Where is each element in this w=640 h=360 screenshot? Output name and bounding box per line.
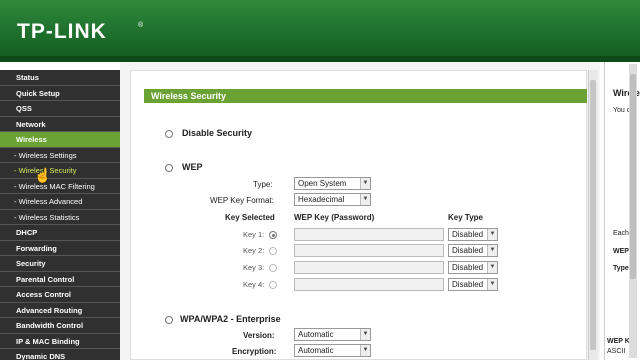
key-2-type-select[interactable]: Disabled ▼ (448, 244, 498, 257)
sidebar-item-wireless-mac-filtering[interactable]: - Wireless MAC Filtering (0, 179, 120, 194)
wpa-enterprise-label: WPA/WPA2 - Enterprise (180, 314, 281, 324)
sidebar-item-network[interactable]: Network (0, 117, 120, 132)
key-3-type-value: Disabled (452, 263, 484, 272)
key-3-label: Key 3: (243, 263, 265, 272)
key-4-type-select[interactable]: Disabled ▼ (448, 278, 498, 291)
wep-key-format-value: Hexadecimal (298, 195, 345, 204)
key-selected-header: Key Selected (225, 213, 275, 222)
key-4-label: Key 4: (243, 280, 265, 289)
disable-security-radio[interactable] (165, 130, 173, 138)
help-text-6: ASCII (607, 348, 626, 355)
chevron-down-icon: ▼ (487, 279, 497, 290)
wep-type-value: Open System (298, 179, 347, 188)
wpa-version-value: Automatic (298, 330, 334, 339)
key-2-type-value: Disabled (452, 246, 484, 255)
chevron-down-icon: ▼ (360, 345, 370, 356)
chevron-down-icon: ▼ (360, 329, 370, 340)
sidebar-item-dhcp[interactable]: DHCP (0, 225, 120, 241)
sidebar-item-status[interactable]: Status (0, 70, 120, 86)
key-1-type-value: Disabled (452, 230, 484, 239)
key-2-radio[interactable] (269, 247, 277, 255)
sidebar-item-wireless-statistics[interactable]: - Wireless Statistics (0, 210, 120, 225)
sidebar-menu: Status Quick Setup QSS Network Wireless … (0, 70, 120, 360)
wpa-encryption-select[interactable]: Automatic ▼ (294, 344, 371, 357)
chevron-down-icon: ▼ (487, 262, 497, 273)
sidebar-item-wireless-advanced[interactable]: - Wireless Advanced (0, 194, 120, 210)
sidebar-item-wireless-settings[interactable]: - Wireless Settings (0, 148, 120, 163)
key-1-type-select[interactable]: Disabled ▼ (448, 228, 498, 241)
key-4-type-value: Disabled (452, 280, 484, 289)
key-4-input[interactable] (294, 278, 444, 291)
header-bar: TP-LINK ® (0, 0, 640, 62)
sidebar-item-wireless-security[interactable]: - Wireless Security (0, 163, 120, 179)
key-type-header: Key Type (448, 213, 483, 222)
key-1-input[interactable] (294, 228, 444, 241)
key-1-radio[interactable] (269, 231, 277, 239)
registered-mark: ® (138, 22, 144, 29)
key-4-radio[interactable] (269, 281, 277, 289)
chevron-down-icon: ▼ (360, 194, 370, 205)
page-title: Wireless Security (144, 89, 587, 103)
sidebar-item-quick-setup[interactable]: Quick Setup (0, 86, 120, 101)
wpa-version-select[interactable]: Automatic ▼ (294, 328, 371, 341)
wep-key-format-select[interactable]: Hexadecimal ▼ (294, 193, 371, 206)
help-scroll-thumb[interactable] (630, 74, 636, 279)
help-text-5: WEP K (607, 338, 630, 345)
sidebar-item-bandwidth-control[interactable]: Bandwidth Control (0, 318, 120, 334)
wpa-version-label: Version: (243, 331, 275, 340)
key-3-input[interactable] (294, 261, 444, 274)
chevron-down-icon: ▼ (487, 229, 497, 240)
wep-type-label: Type: (253, 180, 273, 189)
wep-key-header: WEP Key (Password) (294, 213, 375, 222)
key-3-radio[interactable] (269, 264, 277, 272)
chevron-down-icon: ▼ (487, 245, 497, 256)
help-text-3: WEP (613, 248, 629, 255)
wpa-encryption-value: Automatic (298, 346, 334, 355)
wep-key-format-label: WEP Key Format: (210, 196, 274, 205)
sidebar-item-dynamic-dns[interactable]: Dynamic DNS (0, 349, 120, 360)
sidebar-item-forwarding[interactable]: Forwarding (0, 241, 120, 256)
sidebar-item-ip-mac-binding[interactable]: IP & MAC Binding (0, 334, 120, 349)
mouse-pointer-icon: ☝ (34, 167, 52, 183)
wep-radio[interactable] (165, 164, 173, 172)
sidebar-item-security[interactable]: Security (0, 256, 120, 272)
wpa-enterprise-radio[interactable] (165, 316, 173, 324)
wpa-encryption-label: Encryption: (232, 347, 277, 356)
content-scroll-thumb[interactable] (590, 80, 596, 350)
disable-security-label: Disable Security (182, 128, 253, 138)
wep-type-select[interactable]: Open System ▼ (294, 177, 371, 190)
sidebar-item-advanced-routing[interactable]: Advanced Routing (0, 303, 120, 318)
chevron-down-icon: ▼ (360, 178, 370, 189)
sidebar-item-access-control[interactable]: Access Control (0, 287, 120, 303)
key-2-label: Key 2: (243, 246, 265, 255)
sidebar-item-wireless[interactable]: Wireless (0, 132, 120, 148)
sidebar-item-qss[interactable]: QSS (0, 101, 120, 117)
sidebar-item-parental-control[interactable]: Parental Control (0, 272, 120, 287)
key-3-type-select[interactable]: Disabled ▼ (448, 261, 498, 274)
key-1-label: Key 1: (243, 230, 265, 239)
wep-label: WEP (182, 162, 203, 172)
tp-link-logo: TP-LINK (17, 20, 107, 43)
key-2-input[interactable] (294, 244, 444, 257)
